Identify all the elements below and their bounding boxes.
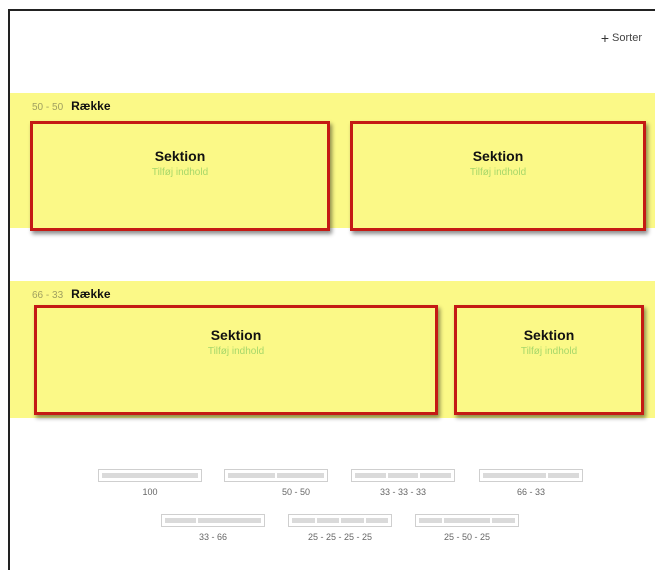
row-ratio: 50 - 50: [32, 102, 64, 113]
section-title: Sektion: [154, 148, 206, 164]
layout-option-50-50[interactable]: 50 - 50: [224, 469, 328, 497]
layout-label: 50 - 50: [281, 487, 311, 497]
layout-preview: [351, 469, 455, 482]
layout-label: 100: [142, 487, 158, 497]
layout-column-segment: [483, 473, 546, 478]
layout-option-33-66[interactable]: 33 - 66: [161, 514, 265, 542]
plus-icon: +: [600, 30, 610, 46]
layout-preview: [415, 514, 519, 527]
row-title[interactable]: Række: [71, 99, 110, 113]
layout-label: 25 - 25 - 25 - 25: [307, 532, 373, 542]
layout-preview: [161, 514, 265, 527]
row-header: 66 - 33 Række: [32, 287, 111, 301]
layout-column-segment: [198, 518, 261, 523]
row-header: 50 - 50 Række: [32, 99, 111, 113]
layout-column-segment: [547, 473, 579, 478]
layout-column-segment: [355, 473, 386, 478]
add-content-link[interactable]: Tilføj indhold: [37, 346, 435, 357]
layout-preview: [479, 469, 583, 482]
layout-column-segment: [165, 518, 197, 523]
add-content-link[interactable]: Tilføj indhold: [33, 167, 327, 178]
layout-column-segment: [419, 518, 442, 523]
layout-column-segment: [102, 473, 198, 478]
layout-preview: [224, 469, 328, 482]
add-content-link[interactable]: Tilføj indhold: [353, 167, 643, 178]
layout-column-segment: [387, 473, 419, 478]
layout-option-66-33[interactable]: 66 - 33: [479, 469, 583, 497]
row-66-33: 66 - 33 Række Sektion Tilføj indhold Sek…: [10, 281, 655, 418]
layout-option-100[interactable]: 100: [98, 469, 202, 497]
layout-column-segment: [228, 473, 275, 478]
section-title: Sektion: [523, 327, 575, 343]
section-card[interactable]: Sektion Tilføj indhold: [350, 121, 646, 231]
section-title: Sektion: [210, 327, 262, 343]
layout-label: 33 - 66: [198, 532, 228, 542]
section-card[interactable]: Sektion Tilføj indhold: [34, 305, 438, 415]
layout-column-segment: [292, 518, 315, 523]
row-ratio: 66 - 33: [32, 290, 64, 301]
layout-column-segment: [365, 518, 388, 523]
add-content-link[interactable]: Tilføj indhold: [457, 346, 641, 357]
layout-preview: [98, 469, 202, 482]
layout-column-segment: [341, 518, 364, 523]
layout-label: 25 - 50 - 25: [443, 532, 491, 542]
sort-button[interactable]: + Sorter: [601, 31, 642, 45]
layout-column-segment: [492, 518, 515, 523]
layout-column-segment: [444, 518, 490, 523]
row-title[interactable]: Række: [71, 287, 110, 301]
sort-button-label: Sorter: [612, 32, 642, 44]
layout-column-segment: [420, 473, 452, 478]
section-card[interactable]: Sektion Tilføj indhold: [454, 305, 644, 415]
section-title: Sektion: [472, 148, 524, 164]
layout-column-segment: [277, 473, 324, 478]
layout-label: 33 - 33 - 33: [379, 487, 427, 497]
layout-option-33-33-33[interactable]: 33 - 33 - 33: [351, 469, 455, 497]
section-card[interactable]: Sektion Tilføj indhold: [30, 121, 330, 231]
layout-label: 66 - 33: [516, 487, 546, 497]
layout-column-segment: [316, 518, 339, 523]
layout-option-25-25-25-25[interactable]: 25 - 25 - 25 - 25: [288, 514, 392, 542]
page-builder-canvas: + Sorter 50 - 50 Række Sektion Tilføj in…: [8, 9, 655, 570]
layout-option-25-50-25[interactable]: 25 - 50 - 25: [415, 514, 519, 542]
layout-preview: [288, 514, 392, 527]
row-50-50: 50 - 50 Række Sektion Tilføj indhold Sek…: [10, 93, 655, 231]
